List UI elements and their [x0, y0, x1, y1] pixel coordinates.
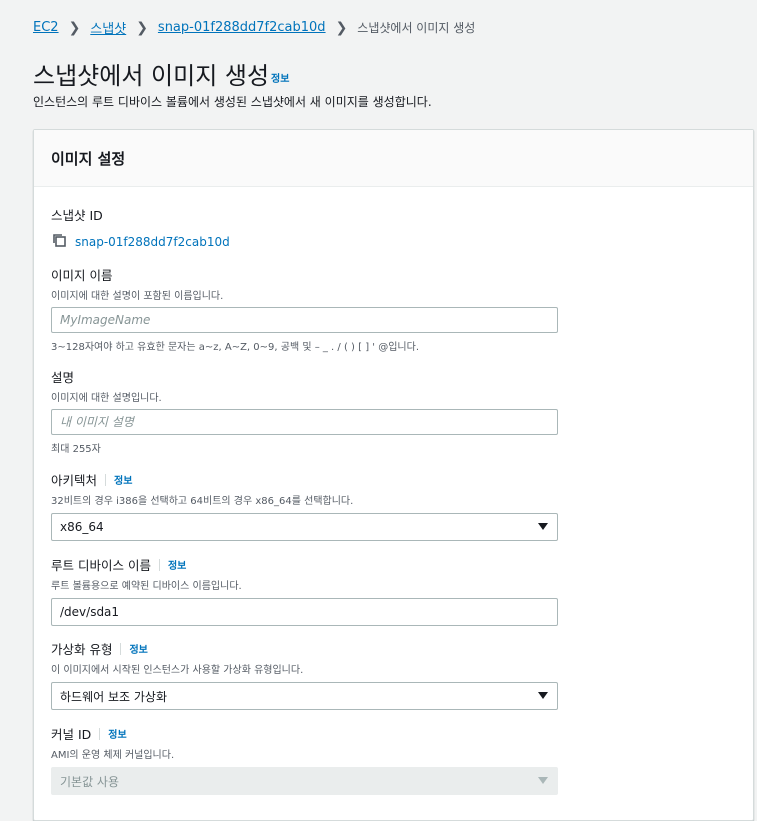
root-device-input[interactable]	[51, 598, 558, 626]
snapshot-id-value: snap-01f288dd7f2cab10d	[75, 235, 230, 249]
divider	[120, 642, 122, 655]
kernel-label-row: 커널 ID 정보	[51, 724, 558, 743]
kernel-select: 기본값 사용	[51, 767, 558, 795]
divider	[105, 473, 107, 486]
chevron-right-icon: ❯	[136, 19, 148, 36]
breadcrumb: EC2 ❯ 스냅샷 ❯ snap-01f288dd7f2cab10d ❯ 스냅샷…	[33, 18, 476, 38]
image-name-hint: 이미지에 대한 설명이 포함된 이름입니다.	[51, 291, 224, 302]
snapshot-id-value-row: snap-01f288dd7f2cab10d	[51, 232, 230, 252]
image-name-input[interactable]	[51, 307, 558, 333]
page-info-link[interactable]: 정보	[271, 70, 289, 85]
chevron-right-icon: ❯	[335, 19, 348, 36]
breadcrumb-ec2[interactable]: EC2	[33, 20, 59, 35]
divider	[158, 558, 160, 571]
image-name-constraint: 3~128자여야 하고 유효한 문자는 a~z, A~Z, 0~9, 공백 및 …	[51, 342, 419, 353]
caret-down-icon	[538, 777, 548, 784]
kernel-selected: 기본값 사용	[60, 774, 120, 789]
breadcrumb-snapshot-id[interactable]: snap-01f288dd7f2cab10d	[158, 20, 326, 35]
page-title: 스냅샷에서 이미지 생성	[33, 62, 270, 90]
snapshot-id-field: 스냅샷 ID snap-01f288dd7f2cab10d	[51, 205, 230, 252]
architecture-selected: x86_64	[60, 520, 104, 534]
snapshot-id-label: 스냅샷 ID	[51, 208, 103, 223]
image-settings-panel: 이미지 설정 스냅샷 ID snap-01f288dd7f2cab10d 이미지…	[33, 129, 754, 821]
root-device-hint: 루트 볼륨용으로 예약된 디바이스 이름입니다.	[51, 581, 242, 592]
panel-title: 이미지 설정	[34, 130, 753, 187]
root-device-field: 루트 디바이스 이름 정보 루트 볼륨용으로 예약된 디바이스 이름입니다.	[51, 555, 558, 626]
caret-down-icon	[538, 692, 548, 699]
chevron-right-icon: ❯	[68, 19, 81, 36]
virtualization-label: 가상화 유형	[51, 642, 113, 657]
root-device-label: 루트 디바이스 이름	[51, 558, 151, 573]
description-constraint: 최대 255자	[51, 444, 101, 455]
architecture-hint: 32비트의 경우 i386을 선택하고 64비트의 경우 x86_64를 선택합…	[51, 496, 354, 507]
architecture-label: 아키텍처	[51, 473, 98, 488]
kernel-hint: AMI의 운영 체제 커널입니다.	[51, 750, 175, 761]
virtualization-hint: 이 이미지에서 시작된 인스턴스가 사용할 가상화 유형입니다.	[51, 665, 304, 676]
page-description: 인스턴스의 루트 디바이스 볼륨에서 생성된 스냅샷에서 새 이미지를 생성합니…	[33, 95, 432, 109]
kernel-info-link[interactable]: 정보	[108, 726, 126, 741]
kernel-label: 커널 ID	[51, 727, 92, 742]
description-hint: 이미지에 대한 설명입니다.	[51, 393, 162, 404]
breadcrumb-current: 스냅샷에서 이미지 생성	[357, 21, 476, 35]
architecture-label-row: 아키텍처 정보	[51, 470, 558, 489]
image-name-label: 이미지 이름	[51, 268, 113, 283]
divider	[99, 727, 101, 740]
architecture-field: 아키텍처 정보 32비트의 경우 i386을 선택하고 64비트의 경우 x86…	[51, 470, 558, 541]
virtualization-selected: 하드웨어 보조 가상화	[60, 689, 167, 704]
kernel-field: 커널 ID 정보 AMI의 운영 체제 커널입니다. 기본값 사용	[51, 724, 558, 795]
virtualization-field: 가상화 유형 정보 이 이미지에서 시작된 인스턴스가 사용할 가상화 유형입니…	[51, 639, 558, 710]
image-name-field: 이미지 이름 이미지에 대한 설명이 포함된 이름입니다. 3~128자여야 하…	[51, 265, 558, 353]
caret-down-icon	[538, 523, 548, 530]
copy-icon[interactable]	[51, 232, 75, 252]
root-device-info-link[interactable]: 정보	[168, 557, 186, 572]
architecture-select[interactable]: x86_64	[51, 513, 558, 541]
description-label: 설명	[51, 370, 75, 385]
description-field: 설명 이미지에 대한 설명입니다. 최대 255자	[51, 367, 558, 455]
description-input[interactable]	[51, 409, 558, 435]
breadcrumb-snapshots[interactable]: 스냅샷	[90, 18, 126, 37]
architecture-info-link[interactable]: 정보	[114, 472, 132, 487]
virtualization-info-link[interactable]: 정보	[129, 641, 147, 656]
virtualization-select[interactable]: 하드웨어 보조 가상화	[51, 682, 558, 710]
virtualization-label-row: 가상화 유형 정보	[51, 639, 558, 658]
root-device-label-row: 루트 디바이스 이름 정보	[51, 555, 558, 574]
